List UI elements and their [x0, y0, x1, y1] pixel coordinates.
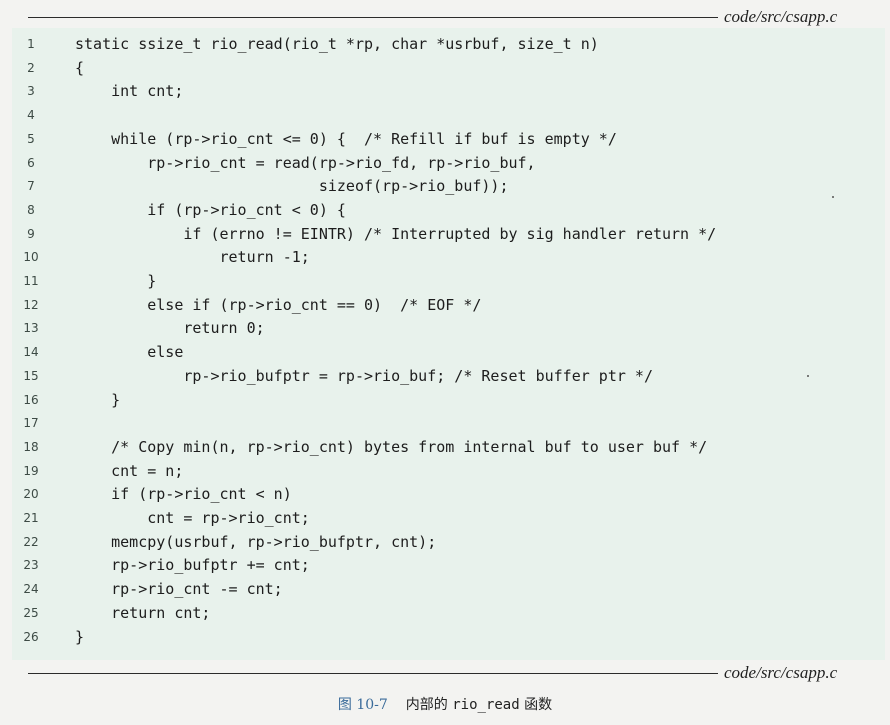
code-listing: 1 static ssize_t rio_read(rio_t *rp, char…: [12, 28, 885, 660]
line-code: rp->rio_cnt = read(rp->rio_fd, rp->rio_b…: [75, 153, 536, 172]
line-number: 6: [27, 155, 35, 170]
line-code: sizeof(rp->rio_buf));: [75, 177, 509, 196]
code-line: 15 rp->rio_bufptr = rp->rio_buf; /* Rese…: [12, 365, 885, 388]
code-line: 11 }: [12, 270, 885, 293]
caption-text-before: 内部的: [405, 697, 453, 713]
line-number: 17: [23, 416, 39, 431]
line-number: 12: [23, 297, 39, 312]
line-code: while (rp->rio_cnt <= 0) { /* Refill if …: [75, 129, 617, 148]
caption-code-name: rio_read: [452, 697, 520, 713]
scan-speck: [832, 196, 834, 198]
code-line: 3 int cnt;: [12, 80, 885, 103]
code-line: 16 }: [12, 389, 885, 412]
scan-speck: [807, 375, 809, 377]
top-rule: [28, 17, 718, 18]
code-line: 13 return 0;: [12, 317, 885, 340]
line-number: 11: [23, 274, 39, 288]
bottom-rule: [28, 673, 718, 674]
file-label-bottom: code/src/csapp.c: [724, 663, 838, 682]
code-line: 9 if (errno != EINTR) /* Interrupted by …: [12, 223, 885, 246]
line-code: if (rp->rio_cnt < 0) {: [75, 200, 346, 219]
code-line: 12 else if (rp->rio_cnt == 0) /* EOF */: [12, 294, 885, 317]
code-line: 17: [12, 412, 885, 435]
line-code: static ssize_t rio_read(rio_t *rp, char …: [75, 35, 599, 53]
code-line: 19 cnt = n;: [12, 460, 885, 483]
line-code: cnt = n;: [75, 461, 184, 480]
code-line: 20 if (rp->rio_cnt < n): [12, 483, 885, 506]
code-line: 18 /* Copy min(n, rp->rio_cnt) bytes fro…: [12, 436, 885, 459]
code-line: 10 return -1;: [12, 246, 885, 269]
line-code: return cnt;: [75, 603, 211, 622]
line-number: 24: [23, 582, 39, 597]
code-line: 25 return cnt;: [12, 602, 885, 625]
line-number: 23: [23, 558, 39, 573]
line-number: 9: [27, 226, 35, 241]
code-line: 5 while (rp->rio_cnt <= 0) { /* Refill i…: [12, 128, 885, 151]
line-code: /* Copy min(n, rp->rio_cnt) bytes from i…: [75, 437, 708, 456]
line-number: 5: [27, 131, 35, 146]
code-line: 2{: [12, 57, 885, 80]
code-line: 24 rp->rio_cnt -= cnt;: [12, 578, 885, 601]
code-line: 6 rp->rio_cnt = read(rp->rio_fd, rp->rio…: [12, 152, 885, 175]
line-number: 18: [23, 439, 39, 454]
line-number: 15: [23, 368, 39, 383]
code-line: 8 if (rp->rio_cnt < 0) {: [12, 199, 885, 222]
line-code: {: [75, 58, 85, 77]
line-code: else if (rp->rio_cnt == 0) /* EOF */: [75, 295, 482, 314]
line-code: int cnt;: [75, 82, 184, 101]
line-number: 25: [23, 605, 39, 620]
line-code: cnt = rp->rio_cnt;: [75, 509, 310, 527]
code-line: 4: [12, 104, 885, 127]
line-number: 21: [23, 511, 39, 525]
line-number: 1: [27, 37, 35, 51]
line-number: 19: [23, 463, 39, 478]
page: code/src/csapp.c 1 static ssize_t rio_rea…: [0, 0, 890, 725]
figure-caption: 图 10-7 内部的 rio_read 函数: [0, 694, 890, 714]
line-code: }: [75, 390, 121, 409]
line-number: 10: [23, 250, 39, 265]
code-line: 26}: [12, 626, 885, 649]
code-line: 21 cnt = rp->rio_cnt;: [12, 507, 885, 530]
line-number: 13: [23, 321, 39, 336]
line-number: 7: [27, 179, 35, 194]
line-code: memcpy(usrbuf, rp->rio_bufptr, cnt);: [75, 532, 437, 551]
line-number: 4: [27, 108, 35, 123]
file-label-top: code/src/csapp.c: [724, 7, 838, 26]
line-code: }: [75, 627, 85, 646]
line-code: return 0;: [75, 319, 265, 338]
line-number: 2: [27, 60, 35, 75]
line-code: }: [75, 272, 157, 290]
line-number: 3: [27, 84, 35, 99]
line-number: 8: [27, 202, 35, 217]
code-line: 14 else: [12, 341, 885, 364]
line-code: rp->rio_bufptr = rp->rio_buf; /* Reset b…: [75, 366, 653, 385]
line-code: rp->rio_cnt -= cnt;: [75, 580, 283, 599]
line-number: 22: [23, 534, 39, 549]
code-line: 1 static ssize_t rio_read(rio_t *rp, char…: [12, 33, 885, 56]
code-line: 7 sizeof(rp->rio_buf));: [12, 175, 885, 198]
line-code: return -1;: [75, 248, 310, 267]
line-number: 26: [23, 629, 39, 644]
line-number: 14: [23, 345, 39, 360]
line-code: if (errno != EINTR) /* Interrupted by si…: [75, 224, 717, 243]
line-code: rp->rio_bufptr += cnt;: [75, 556, 310, 575]
code-line: 22 memcpy(usrbuf, rp->rio_bufptr, cnt);: [12, 531, 885, 554]
line-code: else: [75, 343, 184, 362]
figure-number: 图 10-7: [337, 697, 388, 713]
line-number: 16: [23, 392, 39, 407]
line-number: 20: [23, 487, 39, 502]
code-line: 23 rp->rio_bufptr += cnt;: [12, 554, 885, 577]
caption-text-after: 函数: [519, 697, 553, 713]
line-code: if (rp->rio_cnt < n): [75, 485, 292, 504]
